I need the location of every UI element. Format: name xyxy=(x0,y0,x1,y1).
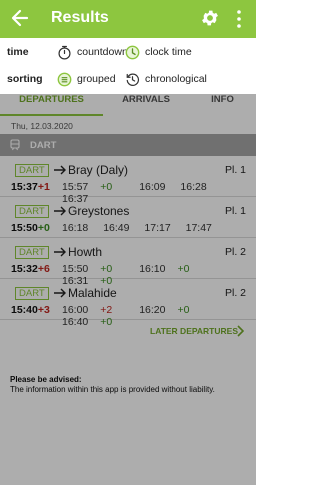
sorting-option-row: sorting grouped chronological xyxy=(0,67,256,91)
grouped-option[interactable]: grouped xyxy=(57,70,116,88)
back-arrow-icon[interactable] xyxy=(10,6,30,30)
countdown-option[interactable]: countdown xyxy=(57,43,128,61)
clock-time-label: clock time xyxy=(145,46,192,58)
countdown-label: countdown xyxy=(77,46,128,58)
sorting-label: sorting xyxy=(7,73,43,85)
app-bar: Results xyxy=(0,0,256,38)
time-label: time xyxy=(7,46,29,58)
history-icon xyxy=(126,73,140,86)
clock-selected-icon xyxy=(125,45,140,59)
settings-gear-icon[interactable] xyxy=(200,8,220,28)
grouped-label: grouped xyxy=(77,73,116,85)
more-vert-icon[interactable] xyxy=(234,9,244,29)
options-panel: time countdown clock time sorting groupe… xyxy=(0,38,256,94)
time-option-row: time countdown clock time xyxy=(0,40,256,64)
chronological-option[interactable]: chronological xyxy=(125,70,207,88)
grouped-selected-icon xyxy=(57,72,72,86)
dim-overlay[interactable] xyxy=(0,94,256,485)
clock-time-option[interactable]: clock time xyxy=(125,43,192,61)
page-title: Results xyxy=(51,9,109,26)
chronological-label: chronological xyxy=(145,73,207,85)
stopwatch-icon xyxy=(58,45,71,59)
